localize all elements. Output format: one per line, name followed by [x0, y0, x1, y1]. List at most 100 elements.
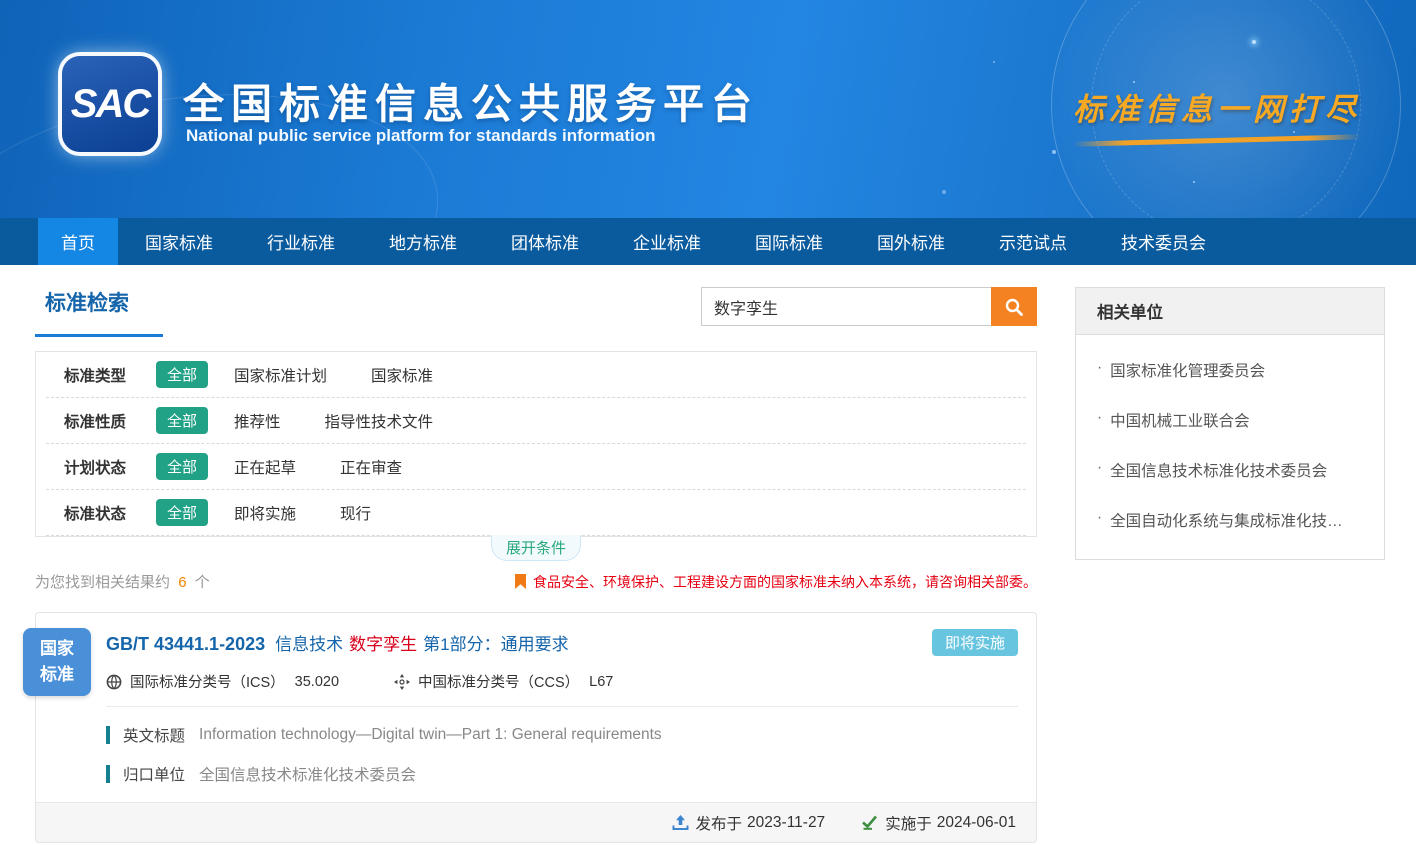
ics-value: 35.020	[295, 674, 339, 690]
ccs-classification: 中国标准分类号（CCS） L67	[394, 671, 613, 692]
notice-text: 食品安全、环境保护、工程建设方面的国家标准未纳入本系统，请咨询相关部委。	[533, 572, 1037, 592]
committee-row: 归口单位 全国信息技术标准化技术委员会	[106, 763, 1018, 785]
nav-tab-industry-standards[interactable]: 行业标准	[240, 218, 362, 265]
nav-tab-international-standards[interactable]: 国际标准	[728, 218, 850, 265]
site-title: 全国标准信息公共服务平台	[183, 70, 759, 130]
results-count-number: 6	[178, 574, 186, 591]
related-unit-label: 国家标准化管理委员会	[1110, 359, 1265, 381]
filter-option-guiding-doc[interactable]: 指导性技术文件	[325, 410, 434, 432]
committee-label: 归口单位	[123, 763, 185, 785]
filter-label: 计划状态	[64, 456, 156, 478]
bullet-dot: ·	[1097, 409, 1102, 431]
status-badge: 即将实施	[932, 629, 1018, 656]
bookmark-icon	[515, 574, 526, 589]
search-button[interactable]	[991, 287, 1037, 326]
compass-icon	[394, 674, 410, 690]
card-body: GB/T 43441.1-2023 信息技术 数字孪生 第1部分：通用要求 即将…	[36, 613, 1036, 785]
related-unit-label: 全国自动化系统与集成标准化技…	[1110, 509, 1343, 531]
sac-logo[interactable]: SAC	[62, 56, 158, 152]
implement-label: 实施于	[885, 812, 932, 834]
results-count-prefix: 为您找到相关结果约	[35, 574, 170, 591]
filter-all-chip[interactable]: 全部	[156, 361, 208, 388]
nav-tab-enterprise-standards[interactable]: 企业标准	[606, 218, 728, 265]
search-box	[701, 287, 1037, 326]
main-nav: 首页 国家标准 行业标准 地方标准 团体标准 企业标准 国际标准 国外标准 示范…	[0, 218, 1416, 265]
publish-label: 发布于	[696, 812, 743, 834]
filter-option-under-review[interactable]: 正在审查	[340, 456, 402, 478]
header-slogan: 标准信息一网打尽	[1073, 84, 1361, 143]
card-divider	[106, 706, 1018, 707]
filter-option-drafting[interactable]: 正在起草	[234, 456, 296, 478]
results-count: 为您找到相关结果约 6 个	[35, 571, 210, 592]
filter-panel: 标准类型 全部 国家标准计划 国家标准 标准性质 全部 推荐性 指导性技术文件 …	[35, 351, 1037, 537]
search-icon	[1004, 297, 1024, 317]
site-header: SAC 全国标准信息公共服务平台 National public service…	[0, 0, 1416, 218]
badge-line2: 标准	[40, 662, 74, 688]
card-footer: 发布于 2023-11-27 实施于 2024-06-01	[36, 802, 1036, 842]
filter-option-recommended[interactable]: 推荐性	[234, 410, 281, 432]
standard-title-link[interactable]: GB/T 43441.1-2023 信息技术 数字孪生 第1部分：通用要求	[106, 630, 569, 655]
ccs-value: L67	[589, 674, 613, 690]
results-count-suffix: 个	[195, 574, 210, 591]
nav-tab-foreign-standards[interactable]: 国外标准	[850, 218, 972, 265]
nav-tab-pilot[interactable]: 示范试点	[972, 218, 1094, 265]
related-unit-sac[interactable]: · 国家标准化管理委员会	[1097, 345, 1363, 395]
nav-tab-local-standards[interactable]: 地方标准	[362, 218, 484, 265]
filter-option-upcoming[interactable]: 即将实施	[234, 502, 296, 524]
standard-title-keyword: 数字孪生	[349, 630, 417, 655]
committee-value: 全国信息技术标准化技术委员会	[199, 763, 416, 785]
filter-row-standard-type: 标准类型 全部 国家标准计划 国家标准	[46, 352, 1026, 398]
publish-date: 2023-11-27	[747, 814, 825, 832]
site-subtitle: National public service platform for sta…	[186, 126, 655, 146]
related-unit-label: 全国信息技术标准化技术委员会	[1110, 459, 1327, 481]
filter-label: 标准类型	[64, 364, 156, 386]
sidebar-column: 相关单位 · 国家标准化管理委员会 · 中国机械工业联合会 · 全国信息技术标准…	[1075, 287, 1385, 843]
filter-row-plan-status: 计划状态 全部 正在起草 正在审查	[46, 444, 1026, 490]
nav-tab-group-standards[interactable]: 团体标准	[484, 218, 606, 265]
bullet-dot: ·	[1097, 459, 1102, 481]
nav-tab-technical-committees[interactable]: 技术委员会	[1094, 218, 1233, 265]
filter-all-chip[interactable]: 全部	[156, 407, 208, 434]
ics-classification: 国际标准分类号（ICS） 35.020	[106, 671, 339, 692]
search-results-column: 标准检索 标准类型 全部 国家标准计	[35, 287, 1037, 843]
expand-conditions-button[interactable]: 展开条件	[491, 535, 581, 561]
filter-row-standard-status: 标准状态 全部 即将实施 现行	[46, 490, 1026, 536]
english-title-row: 英文标题 Information technology—Digital twin…	[106, 724, 1018, 746]
related-units-title: 相关单位	[1076, 288, 1384, 335]
filter-option-national-plan[interactable]: 国家标准计划	[234, 364, 327, 386]
english-title-label: 英文标题	[123, 724, 185, 746]
filter-label: 标准性质	[64, 410, 156, 432]
filter-option-current[interactable]: 现行	[340, 502, 371, 524]
filter-option-national-standard[interactable]: 国家标准	[371, 364, 433, 386]
standard-title-cn: 信息技术	[275, 630, 343, 655]
filter-label: 标准状态	[64, 502, 156, 524]
ics-label: 国际标准分类号（ICS）	[130, 671, 285, 692]
publish-icon	[672, 815, 696, 831]
search-header: 标准检索	[35, 287, 1037, 337]
slogan-text: 标准信息一网打尽	[1073, 84, 1361, 129]
standard-code: GB/T 43441.1-2023	[106, 634, 265, 655]
english-title-value: Information technology—Digital twin—Part…	[199, 726, 662, 744]
related-unit-it-committee[interactable]: · 全国信息技术标准化技术委员会	[1097, 445, 1363, 495]
section-title-block: 标准检索	[35, 287, 163, 337]
implement-date-item: 实施于 2024-06-01	[861, 812, 1016, 834]
related-unit-label: 中国机械工业联合会	[1110, 409, 1250, 431]
related-units-list: · 国家标准化管理委员会 · 中国机械工业联合会 · 全国信息技术标准化技术委员…	[1076, 335, 1384, 559]
search-input[interactable]	[701, 287, 991, 326]
standard-title-rest: 第1部分：通用要求	[423, 630, 568, 655]
nav-tab-home[interactable]: 首页	[38, 218, 118, 265]
national-standard-badge: 国家 标准	[23, 628, 91, 696]
implement-date: 2024-06-01	[937, 814, 1016, 832]
page-title: 标准检索	[35, 287, 163, 317]
sparkle-dots-decoration	[1252, 40, 1256, 44]
nav-tab-national-standards[interactable]: 国家标准	[118, 218, 240, 265]
teal-bar-decoration	[106, 726, 110, 744]
filter-all-chip[interactable]: 全部	[156, 453, 208, 480]
title-underline	[35, 334, 163, 337]
related-unit-automation-committee[interactable]: · 全国自动化系统与集成标准化技…	[1097, 495, 1363, 545]
publish-date-item: 发布于 2023-11-27	[672, 812, 826, 834]
teal-bar-decoration	[106, 765, 110, 783]
filter-all-chip[interactable]: 全部	[156, 499, 208, 526]
related-unit-machinery-federation[interactable]: · 中国机械工业联合会	[1097, 395, 1363, 445]
badge-line1: 国家	[40, 636, 74, 662]
